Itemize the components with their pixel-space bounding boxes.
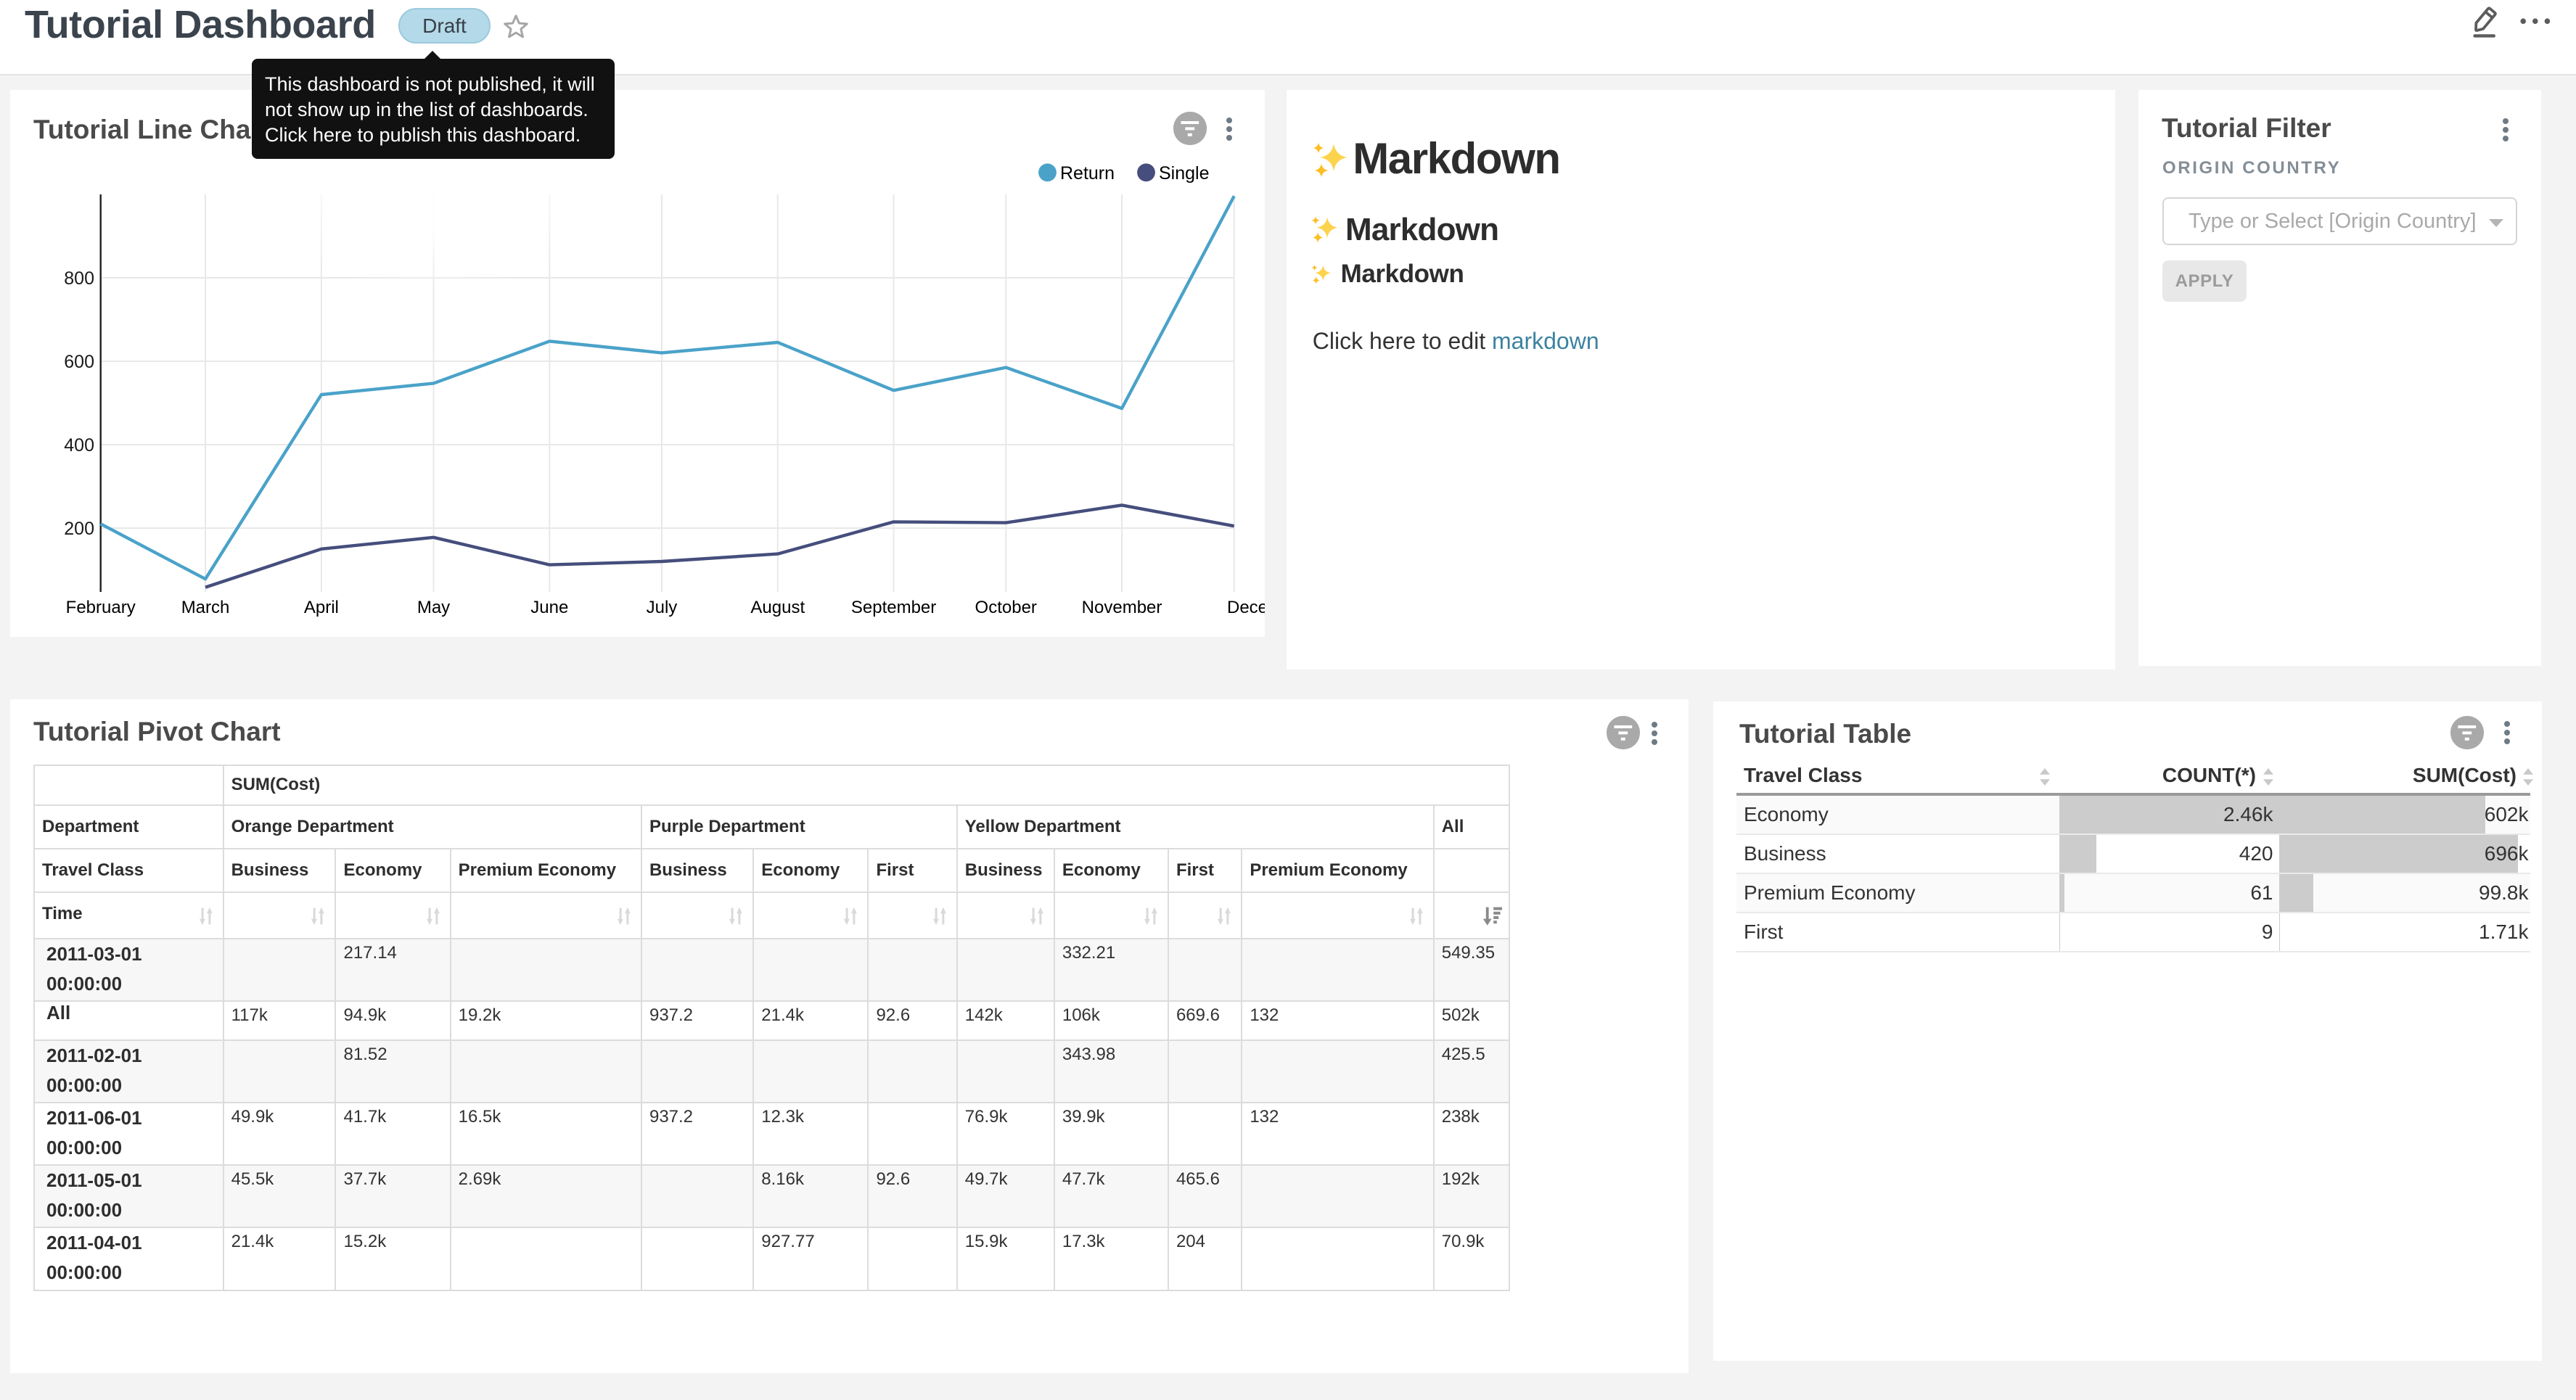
svg-text:August: August bbox=[750, 598, 805, 617]
svg-text:October: October bbox=[975, 598, 1037, 617]
svg-text:800: 800 bbox=[64, 268, 94, 289]
svg-text:June: June bbox=[530, 598, 568, 617]
svg-text:September: September bbox=[851, 598, 936, 617]
svg-text:Single: Single bbox=[1159, 163, 1210, 184]
svg-text:February: February bbox=[66, 598, 136, 617]
svg-text:November: November bbox=[1082, 598, 1162, 617]
svg-text:400: 400 bbox=[64, 435, 94, 456]
svg-text:April: April bbox=[304, 598, 339, 617]
svg-text:Return: Return bbox=[1060, 163, 1115, 184]
svg-text:July: July bbox=[647, 598, 678, 617]
svg-text:600: 600 bbox=[64, 352, 94, 372]
svg-text:Dece: Dece bbox=[1227, 598, 1265, 617]
svg-text:200: 200 bbox=[64, 519, 94, 539]
svg-text:March: March bbox=[181, 598, 230, 617]
svg-text:May: May bbox=[417, 598, 450, 617]
